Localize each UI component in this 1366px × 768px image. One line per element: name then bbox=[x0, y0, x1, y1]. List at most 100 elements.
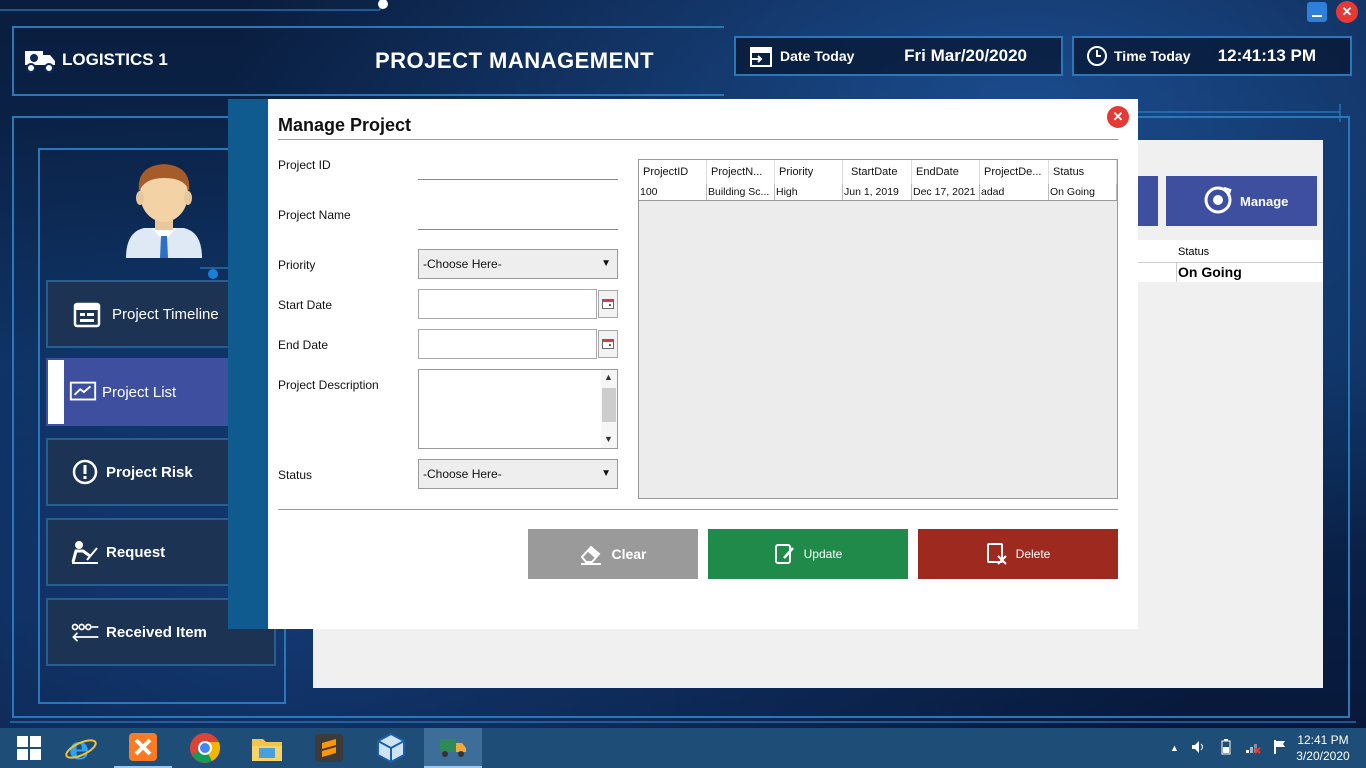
taskbar-clock[interactable]: 12:41 PM 3/20/2020 bbox=[1290, 732, 1356, 764]
close-app-button[interactable]: ✕ bbox=[1336, 1, 1358, 23]
clock-icon bbox=[1086, 45, 1108, 67]
table-header: ProjectID ProjectN... Priority StartDate… bbox=[639, 160, 1117, 184]
request-icon bbox=[70, 537, 100, 567]
date-label: Date Today bbox=[780, 48, 855, 64]
column-header[interactable]: ProjectID bbox=[639, 160, 707, 184]
brand-logo: LOGISTICS 1 bbox=[24, 46, 168, 74]
status-header: Status bbox=[1178, 246, 1210, 258]
scroll-up-icon[interactable]: ▲ bbox=[604, 372, 613, 382]
calendar-icon bbox=[72, 299, 102, 329]
column-header[interactable]: ProjectN... bbox=[707, 160, 775, 184]
column-header[interactable]: EndDate bbox=[912, 160, 980, 184]
update-button[interactable]: Update bbox=[708, 529, 908, 579]
sublime-text-icon[interactable] bbox=[300, 728, 358, 768]
priority-label: Priority bbox=[278, 258, 316, 272]
manage-project-dialog: Manage Project ✕ Project ID Project Name… bbox=[228, 99, 1138, 629]
column-header[interactable]: Priority bbox=[775, 160, 843, 184]
status-cell: On Going bbox=[1178, 264, 1242, 280]
background-button bbox=[1138, 176, 1158, 226]
manage-button[interactable]: Manage bbox=[1166, 176, 1317, 226]
table-cell: adad bbox=[980, 184, 1049, 200]
table-cell: Building Sc... bbox=[707, 184, 775, 200]
brand-label: LOGISTICS 1 bbox=[62, 50, 168, 69]
taskbar-date: 3/20/2020 bbox=[1296, 749, 1350, 763]
sidebar-item-label: Request bbox=[106, 543, 166, 561]
column-header[interactable]: ProjectDe... bbox=[980, 160, 1049, 184]
delete-label: Delete bbox=[1015, 547, 1051, 561]
chart-icon bbox=[68, 377, 98, 407]
dialog-side-strip bbox=[228, 99, 268, 629]
dialog-close-button[interactable]: ✕ bbox=[1107, 106, 1129, 128]
internet-explorer-icon[interactable]: e bbox=[52, 728, 110, 768]
column-header[interactable]: StartDate bbox=[843, 160, 912, 184]
system-tray: ▲ bbox=[1170, 728, 1287, 768]
description-textarea[interactable]: ▲ ▼ bbox=[418, 369, 618, 449]
priority-selected-value: -Choose Here- bbox=[423, 257, 502, 271]
chrome-icon[interactable] bbox=[176, 728, 234, 768]
end-date-label: End Date bbox=[278, 338, 329, 352]
clear-label: Clear bbox=[611, 546, 647, 562]
sidebar-item-label: Project Risk bbox=[106, 463, 193, 481]
clear-button[interactable]: Clear bbox=[528, 529, 698, 579]
start-date-input[interactable] bbox=[418, 289, 597, 319]
network-icon[interactable] bbox=[1245, 740, 1261, 757]
scroll-down-icon[interactable]: ▼ bbox=[604, 434, 613, 444]
column-header[interactable]: Status bbox=[1049, 160, 1117, 184]
page-title: PROJECT MANAGEMENT bbox=[375, 48, 655, 73]
file-explorer-icon[interactable] bbox=[238, 728, 296, 768]
divider bbox=[278, 509, 1118, 510]
sidebar-item-label: Received Item bbox=[106, 623, 207, 641]
description-label: Project Description bbox=[278, 378, 379, 392]
taskbar-time: 12:41 PM bbox=[1297, 733, 1349, 747]
time-value: 12:41:13 PM bbox=[1217, 46, 1316, 65]
avatar bbox=[126, 164, 202, 258]
table-cell: On Going bbox=[1049, 184, 1117, 200]
update-label: Update bbox=[803, 547, 843, 561]
minimize-button[interactable] bbox=[1307, 2, 1327, 22]
status-select[interactable]: -Choose Here- ▼ bbox=[418, 459, 618, 489]
chevron-down-icon: ▼ bbox=[601, 258, 611, 269]
logistics-app-icon[interactable] bbox=[424, 728, 482, 768]
xampp-icon[interactable] bbox=[114, 728, 172, 768]
dialog-title: Manage Project bbox=[278, 115, 412, 135]
alert-icon bbox=[70, 457, 100, 487]
table-cell: Dec 17, 2021 bbox=[912, 184, 980, 200]
date-value: Fri Mar/20/2020 bbox=[904, 46, 1027, 65]
taskbar: e ▲ 12:41 PM 3/20/2020 bbox=[0, 728, 1366, 768]
virtualbox-icon[interactable] bbox=[362, 728, 420, 768]
calendar-picker-icon[interactable] bbox=[598, 330, 618, 358]
delete-button[interactable]: Delete bbox=[918, 529, 1118, 579]
project-name-label: Project Name bbox=[278, 208, 351, 222]
status-selected-value: -Choose Here- bbox=[423, 467, 502, 481]
transfer-icon bbox=[70, 617, 100, 647]
edit-icon bbox=[774, 542, 796, 566]
divider bbox=[278, 139, 1118, 140]
chevron-down-icon: ▼ bbox=[601, 468, 611, 479]
background-table: Status On Going bbox=[1138, 240, 1323, 282]
priority-select[interactable]: -Choose Here- ▼ bbox=[418, 249, 618, 279]
table-cell: 100 bbox=[639, 184, 707, 200]
volume-icon[interactable] bbox=[1191, 740, 1207, 757]
chevron-up-icon[interactable]: ▲ bbox=[1170, 743, 1179, 753]
time-label: Time Today bbox=[1114, 48, 1191, 64]
calendar-picker-icon[interactable] bbox=[598, 290, 618, 318]
flag-icon[interactable] bbox=[1273, 739, 1287, 758]
end-date-input[interactable] bbox=[418, 329, 597, 359]
project-id-label: Project ID bbox=[278, 158, 331, 172]
status-label: Status bbox=[278, 468, 313, 482]
table-row[interactable]: 100 Building Sc... High Jun 1, 2019 Dec … bbox=[639, 184, 1117, 201]
delete-icon bbox=[986, 542, 1008, 566]
textarea-scrollbar[interactable]: ▲ ▼ bbox=[601, 370, 617, 448]
start-date-label: Start Date bbox=[278, 298, 333, 312]
time-display: Time Today 12:41:13 PM bbox=[1072, 36, 1352, 76]
table-cell: Jun 1, 2019 bbox=[843, 184, 912, 200]
project-table: ProjectID ProjectN... Priority StartDate… bbox=[638, 159, 1118, 499]
battery-icon[interactable] bbox=[1219, 738, 1233, 758]
truck-icon bbox=[25, 51, 55, 73]
project-id-input[interactable] bbox=[418, 179, 618, 180]
manage-label: Manage bbox=[1240, 193, 1289, 209]
project-name-input[interactable] bbox=[418, 229, 618, 230]
sidebar-item-label: Project Timeline bbox=[112, 305, 219, 323]
start-button[interactable] bbox=[0, 728, 58, 768]
calendar-enter-icon bbox=[748, 43, 774, 69]
